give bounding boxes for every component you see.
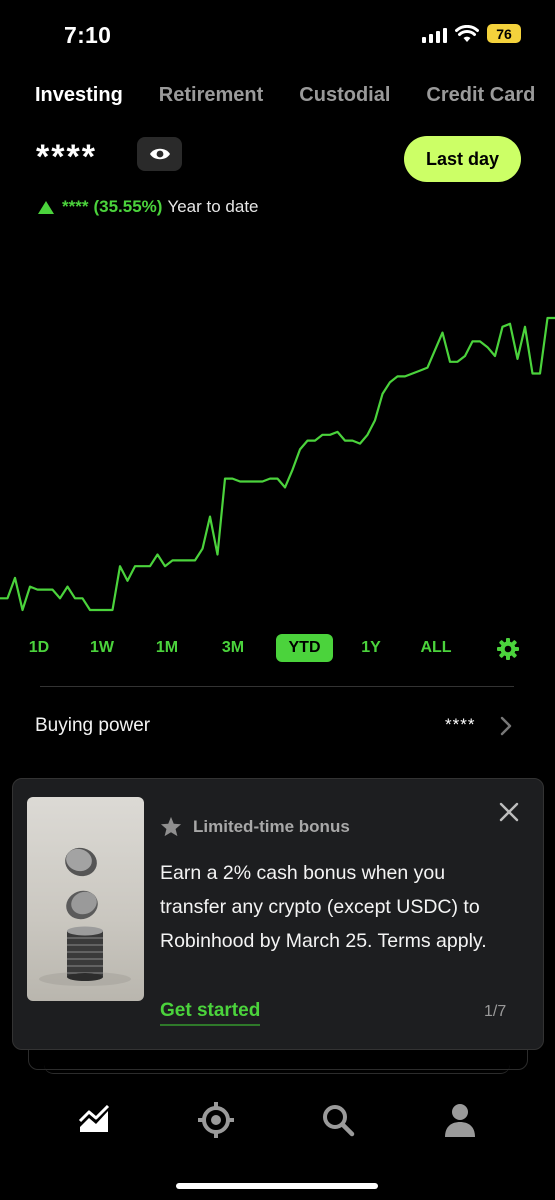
portfolio-chart[interactable] — [0, 300, 555, 630]
tab-credit-card[interactable]: Credit Card — [426, 84, 535, 107]
promo-tag: Limited-time bonus — [193, 817, 350, 836]
last-day-button[interactable]: Last day — [404, 136, 521, 182]
promo-line: Robinhood by March 25. Terms apply. — [160, 930, 487, 952]
account-icon — [445, 1104, 475, 1137]
tab-retirement[interactable]: Retirement — [159, 84, 263, 107]
up-arrow-icon — [38, 200, 54, 214]
cellular-signal-icon — [422, 25, 447, 43]
nav-investing[interactable] — [75, 1100, 115, 1140]
wifi-icon — [455, 24, 479, 42]
range-selector: 1D 1W 1M 3M YTD 1Y ALL — [0, 634, 555, 662]
status-icons: 76 — [422, 24, 521, 43]
investing-icon — [78, 1105, 110, 1132]
eye-icon — [149, 148, 170, 160]
tab-investing[interactable]: Investing — [35, 84, 123, 107]
search-icon — [323, 1105, 355, 1137]
home-indicator — [176, 1183, 378, 1189]
promo-line: transfer any crypto (except USDC) to — [160, 896, 480, 918]
chevron-right-icon[interactable] — [500, 716, 512, 736]
portfolio-balance: **** — [36, 138, 97, 176]
nav-search[interactable] — [318, 1100, 358, 1140]
range-all[interactable]: ALL — [416, 634, 456, 662]
account-tabs: Investing Retirement Custodial Credit Ca… — [35, 84, 535, 107]
toggle-visibility-button[interactable] — [137, 137, 182, 171]
range-ytd[interactable]: YTD — [276, 634, 333, 662]
battery-icon: 76 — [487, 24, 521, 43]
range-1y[interactable]: 1Y — [354, 634, 388, 662]
chart-series-line — [0, 316, 555, 612]
change-percent: (35.55%) — [93, 197, 163, 216]
star-icon — [160, 816, 182, 837]
range-1m[interactable]: 1M — [148, 634, 186, 662]
tab-custodial[interactable]: Custodial — [299, 84, 390, 107]
range-3m[interactable]: 3M — [214, 634, 252, 662]
range-1w[interactable]: 1W — [84, 634, 120, 662]
change-period: Year to date — [167, 197, 259, 216]
gear-icon[interactable] — [496, 637, 520, 661]
get-started-link[interactable]: Get started — [160, 1000, 261, 1026]
status-time: 7:10 — [64, 22, 112, 48]
range-1d[interactable]: 1D — [22, 634, 56, 662]
coins-illustration — [39, 847, 131, 986]
buying-power-value: **** — [445, 715, 476, 734]
promo-line: Earn a 2% cash bonus when you — [160, 862, 446, 884]
divider — [40, 686, 514, 687]
nav-account[interactable] — [440, 1100, 480, 1140]
card-stack-edge — [44, 1055, 510, 1074]
change-amount: **** — [62, 197, 89, 216]
portfolio-change: **** (35.55%) Year to date — [38, 197, 259, 217]
promo-message: Earn a 2% cash bonus when you transfer a… — [160, 856, 530, 958]
crypto-icon — [198, 1102, 234, 1138]
promo-image — [27, 797, 144, 1001]
close-icon[interactable] — [498, 801, 520, 823]
nav-crypto[interactable] — [196, 1100, 236, 1140]
promo-page-indicator: 1/7 — [484, 1003, 507, 1020]
battery-level: 76 — [496, 25, 512, 42]
buying-power-label[interactable]: Buying power — [35, 715, 150, 737]
